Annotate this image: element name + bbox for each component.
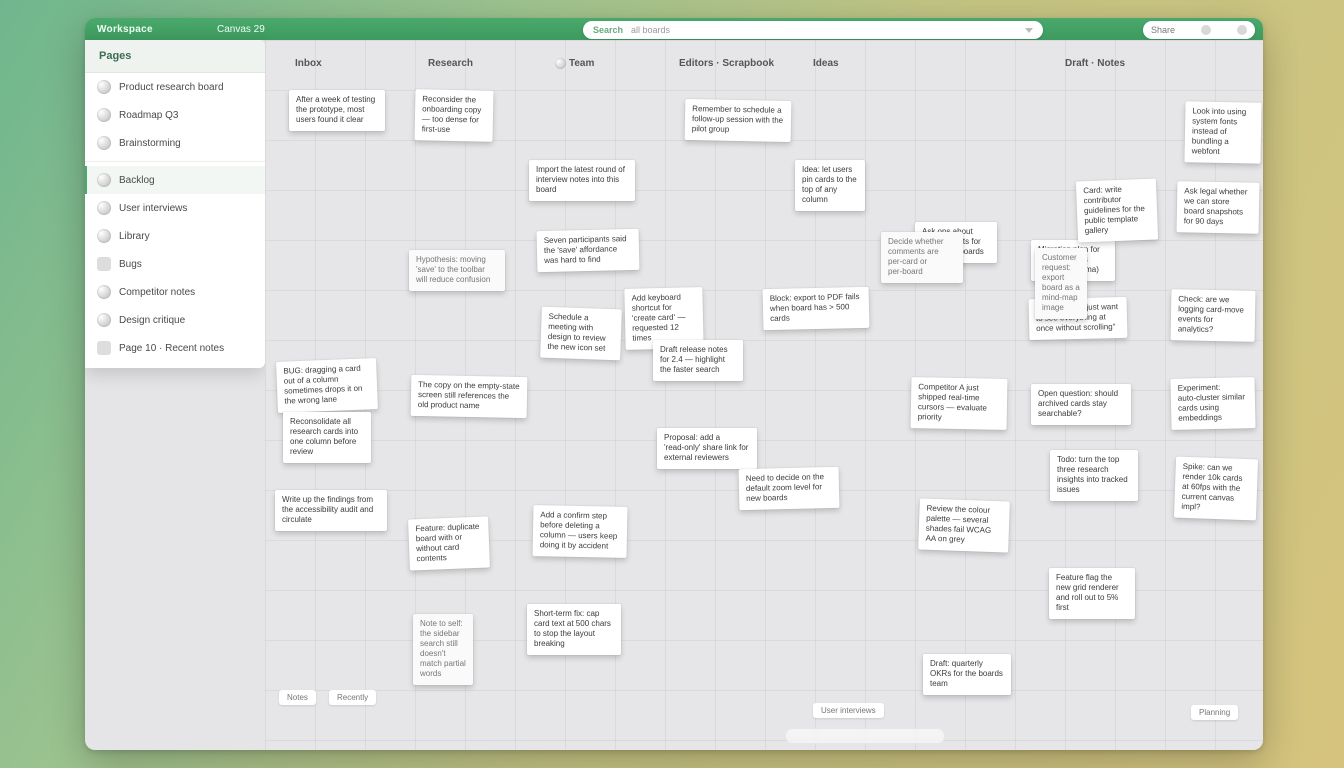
note-card[interactable]: Feature: duplicate board with or without… <box>408 516 490 570</box>
note-card[interactable]: Customer request: export board as a mind… <box>1035 248 1087 319</box>
avatar-icon <box>555 58 566 69</box>
note-card[interactable]: Feature flag the new grid renderer and r… <box>1049 568 1135 619</box>
column-header[interactable]: Team <box>555 58 594 69</box>
avatar-icon <box>97 229 111 243</box>
note-card[interactable]: Import the latest round of interview not… <box>529 160 635 201</box>
note-card[interactable]: Write up the findings from the accessibi… <box>275 490 387 531</box>
sidebar-item-6[interactable]: Bugs <box>85 250 265 278</box>
sidebar-item-4[interactable]: User interviews <box>85 194 265 222</box>
chevron-down-icon[interactable] <box>1025 28 1033 33</box>
column-header[interactable]: Inbox <box>295 58 322 69</box>
sidebar-item-3[interactable]: Backlog <box>85 166 265 194</box>
share-button[interactable]: Share <box>1143 21 1255 39</box>
note-card[interactable]: Short‑term fix: cap card text at 500 cha… <box>527 604 621 655</box>
note-card[interactable]: Proposal: add a 'read‑only' share link f… <box>657 428 757 469</box>
note-card[interactable]: Schedule a meeting with design to review… <box>540 307 622 361</box>
note-card[interactable]: BUG: dragging a card out of a column som… <box>276 358 378 413</box>
share-label: Share <box>1151 25 1175 35</box>
note-card[interactable]: Open question: should archived cards sta… <box>1031 384 1131 425</box>
note-card[interactable]: Idea: let users pin cards to the top of … <box>795 160 865 211</box>
sidebar-item-label: User interviews <box>119 203 187 214</box>
note-card[interactable]: Note to self: the sidebar search still d… <box>413 614 473 685</box>
column-header[interactable]: Editors · Scrapbook <box>679 58 774 69</box>
note-card[interactable]: After a week of testing the prototype, m… <box>289 90 385 131</box>
note-card[interactable]: Seven participants said the 'save' affor… <box>537 229 640 272</box>
footer-chip[interactable]: User interviews <box>813 703 884 718</box>
search-hint: all boards <box>631 25 670 35</box>
column-label: Draft · Notes <box>1065 58 1125 69</box>
note-card[interactable]: Hypothesis: moving 'save' to the toolbar… <box>409 250 505 291</box>
column-label: Editors · Scrapbook <box>679 58 774 69</box>
sidebar-item-2[interactable]: Brainstorming <box>85 129 265 157</box>
note-card[interactable]: Block: export to PDF fails when board ha… <box>763 287 870 330</box>
sidebar-item-label: Competitor notes <box>119 287 195 298</box>
note-card[interactable]: Need to decide on the default zoom level… <box>739 467 840 510</box>
sidebar-separator <box>85 161 265 162</box>
avatar-icon <box>97 285 111 299</box>
avatar-icon <box>97 313 111 327</box>
footer-chip[interactable]: Planning <box>1191 705 1238 720</box>
sidebar-item-8[interactable]: Design critique <box>85 306 265 334</box>
note-card[interactable]: Draft release notes for 2.4 — highlight … <box>653 340 743 381</box>
sidebar: Pages Product research board Roadmap Q3 … <box>85 40 265 368</box>
note-card[interactable]: Competitor A just shipped real‑time curs… <box>911 377 1008 430</box>
column-label: Inbox <box>295 58 322 69</box>
note-card[interactable]: The copy on the empty‑state screen still… <box>411 375 528 418</box>
sidebar-item-0[interactable]: Product research board <box>85 73 265 101</box>
app-title: Workspace <box>97 24 217 35</box>
sidebar-section[interactable]: Pages <box>85 40 265 73</box>
note-card[interactable]: Check: are we logging card‑move events f… <box>1171 289 1256 342</box>
column-label: Research <box>428 58 473 69</box>
avatar-icon <box>97 201 111 215</box>
column-header[interactable]: Research <box>428 58 473 69</box>
sidebar-item-7[interactable]: Competitor notes <box>85 278 265 306</box>
footer-chip[interactable]: Notes <box>279 690 316 705</box>
presence-icon <box>1201 25 1211 35</box>
sidebar-item-label: Product research board <box>119 82 224 93</box>
sidebar-item-label: Design critique <box>119 315 185 326</box>
note-card[interactable]: Decide whether comments are per‑card or … <box>881 232 963 283</box>
note-card[interactable]: Draft: quarterly OKRs for the boards tea… <box>923 654 1011 695</box>
column-label: Ideas <box>813 58 839 69</box>
avatar-icon <box>97 136 111 150</box>
search-label: Search <box>593 25 623 35</box>
sidebar-item-label: Roadmap Q3 <box>119 110 178 121</box>
sidebar-item-9[interactable]: Page 10 · Recent notes <box>85 334 265 362</box>
sidebar-item-label: Page 10 · Recent notes <box>119 343 224 354</box>
tag-icon <box>97 257 111 271</box>
note-card[interactable]: Reconsider the onboarding copy — too den… <box>415 89 494 141</box>
note-card[interactable]: Add a confirm step before deleting a col… <box>533 505 628 558</box>
avatar-icon <box>97 173 111 187</box>
sidebar-item-5[interactable]: Library <box>85 222 265 250</box>
footer-chip[interactable]: Recently <box>329 690 376 705</box>
sidebar-item-1[interactable]: Roadmap Q3 <box>85 101 265 129</box>
presence-icon <box>1237 25 1247 35</box>
note-card[interactable]: Ask legal whether we can store board sna… <box>1177 181 1260 234</box>
avatar-icon <box>97 108 111 122</box>
tag-icon <box>97 341 111 355</box>
sidebar-item-label: Bugs <box>119 259 142 270</box>
sidebar-item-label: Brainstorming <box>119 138 181 149</box>
note-card[interactable]: Remember to schedule a follow‑up session… <box>685 99 792 142</box>
column-header[interactable]: Ideas <box>813 58 839 69</box>
sidebar-item-label: Library <box>119 231 150 242</box>
note-card[interactable]: Review the colour palette — several shad… <box>918 498 1010 552</box>
note-card[interactable]: Reconsolidate all research cards into on… <box>283 412 371 463</box>
note-card[interactable]: Card: write contributor guidelines for t… <box>1076 178 1158 242</box>
search-input[interactable]: Search all boards <box>583 21 1043 39</box>
note-card[interactable]: Spike: can we render 10k cards at 60fps … <box>1174 457 1258 521</box>
note-card[interactable]: Experiment: auto‑cluster similar cards u… <box>1170 377 1255 430</box>
app-window: Workspace Canvas 29 Pages Product resear… <box>85 18 1263 750</box>
column-label: Team <box>569 58 594 69</box>
column-header[interactable]: Draft · Notes <box>1065 58 1125 69</box>
note-card[interactable]: Todo: turn the top three research insigh… <box>1050 450 1138 501</box>
avatar-icon <box>97 80 111 94</box>
note-card[interactable]: Look into using system fonts instead of … <box>1184 101 1261 163</box>
sidebar-item-label: Backlog <box>119 175 155 186</box>
board-canvas[interactable]: Inbox Research Team Editors · Scrapbook Idea… <box>265 40 1263 750</box>
bottom-tray[interactable] <box>785 728 945 744</box>
